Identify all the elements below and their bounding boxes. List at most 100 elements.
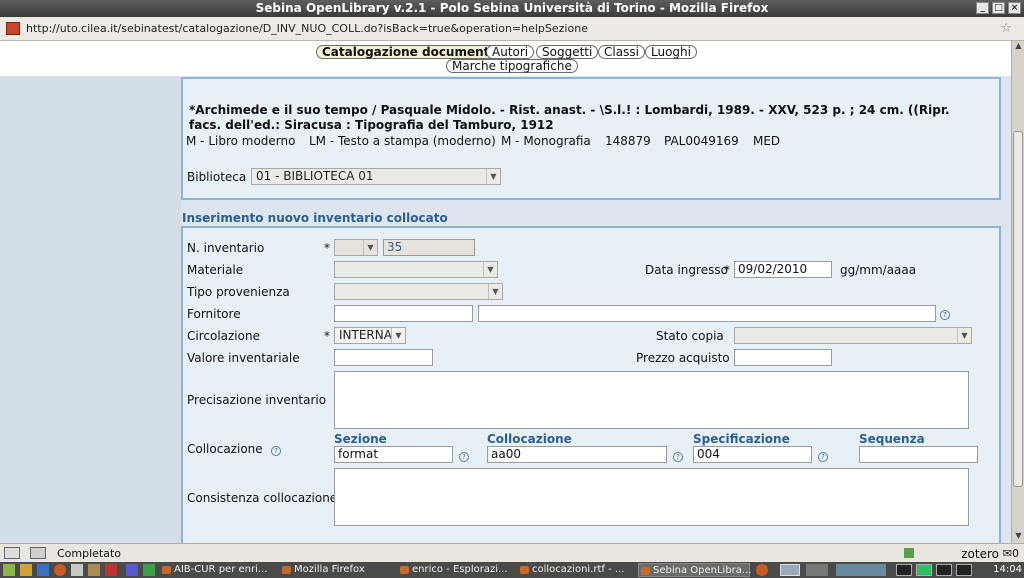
stato-copia-select[interactable]: ▼ [734, 327, 972, 344]
tipo-provenienza-select[interactable]: ▼ [334, 283, 503, 300]
materiale-select[interactable]: ▼ [334, 261, 498, 278]
prezzo-acquisto-input[interactable] [734, 349, 832, 366]
quicklaunch-writer-icon[interactable] [126, 564, 138, 576]
precisazione-inventario-textarea[interactable] [334, 371, 969, 429]
fornitore-name-input[interactable] [478, 305, 936, 322]
taskbar-item[interactable]: Mozilla Firefox [280, 563, 388, 577]
chevron-down-icon: ▼ [957, 328, 971, 343]
record-panel: *Archimede e il suo tempo / Pasquale Mid… [181, 77, 1001, 200]
quicklaunch-editor-icon[interactable] [71, 564, 83, 576]
help-icon[interactable]: ? [459, 452, 469, 462]
scroll-down-icon[interactable]: ▼ [1013, 531, 1024, 543]
tab-soggetti[interactable]: Soggetti [536, 45, 599, 59]
status-screen-icon [30, 547, 46, 559]
taskbar-item-active[interactable]: Sebina OpenLibra... [638, 563, 751, 577]
required-mark: * [324, 329, 330, 343]
chevron-down-icon: ▼ [486, 169, 500, 184]
quicklaunch-calc-icon[interactable] [143, 564, 155, 576]
tray-firefox-icon[interactable] [756, 564, 768, 576]
tab-luoghi[interactable]: Luoghi [645, 45, 697, 59]
circolazione-select[interactable]: INTERNA ▼ [334, 327, 406, 344]
scrollbar-thumb[interactable] [1013, 131, 1023, 487]
addon-icon[interactable] [904, 548, 914, 558]
window-title-bar: Sebina OpenLibrary v.2.1 - Polo Sebina U… [0, 0, 1024, 17]
quicklaunch-folder-icon[interactable] [20, 564, 32, 576]
workspace-3[interactable] [936, 564, 952, 576]
data-ingresso-label: Data ingresso [645, 263, 728, 277]
data-format-hint: gg/mm/aaaa [840, 263, 917, 277]
quicklaunch-pdf-icon[interactable] [105, 564, 117, 576]
collocazione-input[interactable]: aa00 [487, 446, 667, 463]
inventory-form: N. inventario * ▼ 35 Materiale ▼ Tipo pr… [181, 226, 1001, 543]
help-icon[interactable]: ? [271, 446, 281, 456]
n-inventario-label: N. inventario [187, 241, 265, 255]
page-viewport: Catalogazione documento Autori Soggetti … [0, 41, 1011, 543]
tray-app-icon[interactable] [780, 564, 800, 576]
help-icon[interactable]: ? [673, 452, 683, 462]
chevron-down-icon: ▼ [488, 284, 502, 299]
sequenza-input[interactable] [859, 446, 978, 463]
quicklaunch-firefox-icon[interactable] [54, 564, 66, 576]
consistenza-collocazione-textarea[interactable] [334, 468, 969, 526]
bookmark-star-icon[interactable]: ☆ [1000, 21, 1012, 36]
workspace-2[interactable] [916, 564, 932, 576]
mail-icon[interactable]: ✉0 [1003, 547, 1019, 560]
biblioteca-select[interactable]: 01 - BIBLIOTECA 01 ▼ [251, 168, 501, 185]
vertical-scrollbar[interactable]: ▲ ▼ [1011, 41, 1024, 543]
fornitore-code-input[interactable] [334, 305, 473, 322]
left-column [0, 76, 181, 543]
valore-inventariale-input[interactable] [334, 349, 433, 366]
record-title: *Archimede e il suo tempo / Pasquale Mid… [189, 103, 950, 132]
scroll-up-icon[interactable]: ▲ [1013, 41, 1024, 53]
n-inventario-serie-select[interactable]: ▼ [334, 239, 378, 256]
taskbar-item[interactable]: enrico - Esplorazi... [398, 563, 510, 577]
tab-catalogazione-documento[interactable]: Catalogazione documento [316, 45, 504, 59]
specificazione-header: Specificazione [693, 432, 790, 446]
tipo-provenienza-label: Tipo provenienza [187, 285, 290, 299]
taskbar-item[interactable]: AIB-CUR per enri... [160, 563, 268, 577]
quicklaunch-files-icon[interactable] [88, 564, 100, 576]
url-text[interactable]: http://uto.cilea.it/sebinatest/catalogaz… [26, 22, 588, 35]
collocazione-label: Collocazione [187, 442, 263, 456]
help-icon[interactable]: ? [818, 452, 828, 462]
collocazione-header: Collocazione [487, 432, 572, 446]
valore-inventariale-label: Valore inventariale [187, 351, 300, 365]
biblioteca-label: Biblioteca [187, 170, 247, 184]
data-ingresso-input[interactable]: 09/02/2010 [734, 261, 832, 278]
circolazione-value: INTERNA [339, 328, 392, 342]
record-type: M - Libro moderno [186, 134, 296, 148]
help-icon[interactable]: ? [940, 310, 950, 320]
start-menu-icon[interactable] [3, 564, 15, 576]
taskbar: AIB-CUR per enri... Mozilla Firefox enri… [0, 562, 1024, 578]
address-bar[interactable]: http://uto.cilea.it/sebinatest/catalogaz… [0, 17, 1024, 41]
site-favicon-icon [6, 22, 20, 35]
record-polo: MED [753, 134, 781, 148]
maximize-icon[interactable]: □ [992, 2, 1005, 14]
status-panel-icon[interactable] [4, 547, 20, 559]
minimize-icon[interactable]: _ [976, 2, 989, 14]
close-icon[interactable]: × [1008, 2, 1021, 14]
zotero-button[interactable]: zotero [961, 547, 999, 561]
stato-copia-label: Stato copia [656, 329, 724, 343]
n-inventario-input[interactable]: 35 [383, 239, 475, 256]
taskbar-item[interactable]: collocazioni.rtf - ... [518, 563, 630, 577]
tab-autori[interactable]: Autori [486, 45, 535, 59]
tab-classi[interactable]: Classi [598, 45, 645, 59]
clock: 14:04 [993, 564, 1022, 575]
workspace-4[interactable] [956, 564, 972, 576]
record-level: M - Monografia [501, 134, 591, 148]
tray-applets[interactable] [836, 564, 886, 576]
tray-app2-icon[interactable] [806, 564, 828, 576]
circolazione-label: Circolazione [187, 329, 260, 343]
sezione-header: Sezione [334, 432, 387, 446]
biblioteca-value: 01 - BIBLIOTECA 01 [256, 169, 374, 183]
chevron-down-icon: ▼ [483, 262, 497, 277]
workspace-1[interactable] [896, 564, 912, 576]
consistenza-collocazione-label: Consistenza collocazione [187, 491, 338, 505]
tab-marche-tipografiche[interactable]: Marche tipografiche [446, 59, 578, 73]
required-mark: * [724, 263, 730, 277]
sezione-input[interactable]: format [334, 446, 453, 463]
quicklaunch-terminal-icon[interactable] [37, 564, 49, 576]
record-bid: PAL0049169 [664, 134, 739, 148]
specificazione-input[interactable]: 004 [693, 446, 812, 463]
